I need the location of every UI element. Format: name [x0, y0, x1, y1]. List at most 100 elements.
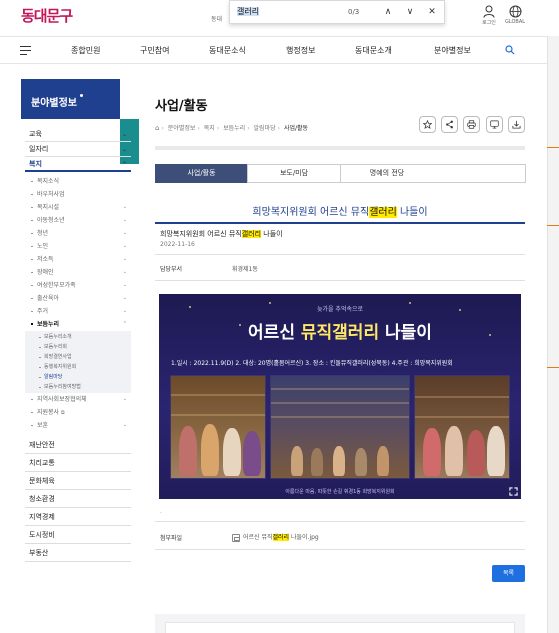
- attachment-name: 어르신 뮤직: [243, 534, 273, 541]
- lnb-group-traffic[interactable]: 치리교통: [25, 454, 131, 472]
- lnb-group-jobs[interactable]: 일자리 ⌄: [25, 142, 131, 157]
- lnb-bottom-groups: 재난안전 치리교통 문화체육 청소환경 지역경제 도시정비 부동산: [25, 436, 131, 562]
- dept-value: 휘경제1동: [232, 266, 258, 273]
- lnb-group-environment[interactable]: 청소환경: [25, 490, 131, 508]
- gnb-item-participation[interactable]: 구민참여: [140, 45, 169, 56]
- global-button[interactable]: GLOBAL: [501, 5, 529, 25]
- lnb-sub-item[interactable]: 장애인 ⌄: [25, 266, 131, 279]
- bookmark-button[interactable]: [419, 116, 436, 133]
- find-result-marker: [547, 147, 559, 148]
- lnb-group-urban[interactable]: 도시정비: [25, 526, 131, 544]
- chevron-down-icon: ⌄: [121, 131, 127, 138]
- site-logo[interactable]: 동대문구: [21, 5, 73, 26]
- post-title-rule: [155, 222, 525, 224]
- search-icon[interactable]: [505, 45, 515, 55]
- home-icon[interactable]: ⌂: [155, 124, 159, 132]
- attachment-file-link[interactable]: 어르신 뮤직갤러리 나들이.jpg: [232, 532, 319, 542]
- expand-icon[interactable]: [509, 487, 518, 496]
- lnb-group-economy[interactable]: 지역경제: [25, 508, 131, 526]
- poster-title-text: 나들이: [379, 323, 432, 343]
- lnb-sub-label: 여성한부모가족: [37, 282, 76, 289]
- lnb-title-text: 분야별정보: [31, 98, 77, 109]
- lnb-group-label: 일자리: [29, 145, 49, 153]
- lnb-sub-item[interactable]: 복지소식: [25, 175, 131, 188]
- lnb-sub-item[interactable]: 지역사회보장협의체 ⌄: [25, 393, 131, 406]
- lnb-third-item[interactable]: 희망결연사업: [25, 352, 131, 362]
- page-title: 사업/활동: [155, 99, 208, 114]
- lnb-third-item[interactable]: 동행복지위원회: [25, 362, 131, 372]
- lnb-group-education[interactable]: 교육 ⌄: [25, 127, 131, 142]
- share-button[interactable]: [441, 116, 458, 133]
- lnb-sub-item[interactable]: 출산육아 ⌄: [25, 292, 131, 305]
- find-match-count: 0/3: [348, 8, 360, 16]
- breadcrumb-item[interactable]: 알림마당: [254, 125, 276, 132]
- print-button[interactable]: [463, 116, 480, 133]
- breadcrumb-item[interactable]: 복지: [204, 125, 215, 132]
- monitor-icon: [490, 120, 499, 129]
- body-text: .: [160, 508, 162, 515]
- lnb-sub-item[interactable]: 노인 ⌄: [25, 240, 131, 253]
- lnb-sub-item[interactable]: 청년 ⌄: [25, 227, 131, 240]
- find-next-button[interactable]: ∨: [402, 4, 418, 20]
- find-result-marker: [547, 225, 559, 226]
- photo-hall: [270, 375, 410, 479]
- breadcrumb-item[interactable]: 보듬누리: [223, 125, 245, 132]
- attachment-label: 첨부파일: [160, 535, 183, 542]
- poster-info: 1.일시 : 2022.11.9(D) 2. 대상: 20명(홀몸어르신) 3.…: [171, 360, 453, 367]
- chevron-down-icon: ⌄: [122, 204, 127, 210]
- tab-hall-of-fame[interactable]: 명예의 전당: [340, 164, 434, 183]
- vertical-scrollbar[interactable]: [547, 36, 559, 633]
- gnb-item-admin-info[interactable]: 행정정보: [286, 45, 315, 56]
- lnb-sub-item[interactable]: 보훈 ⌄: [25, 419, 131, 432]
- find-result-marker: [547, 367, 559, 368]
- screen-button[interactable]: [486, 116, 503, 133]
- find-highlight: 갤러리: [241, 230, 262, 238]
- tab-activities[interactable]: 사업/활동: [155, 164, 248, 183]
- lnb-sub-item[interactable]: 복지시설 ⌄: [25, 201, 131, 214]
- gnb-item-about[interactable]: 동대문소개: [355, 45, 392, 56]
- lnb-sub-item[interactable]: 아동청소년 ⌄: [25, 214, 131, 227]
- lnb-sub-label: 보듬누리: [37, 321, 60, 328]
- side-navigation: 교육 ⌄ 일자리 ⌄ 복지 ⌃ 복지소식 바우처사업 복지시설 ⌄ 아동청소년 ⌄ 청년 ⌄…: [25, 127, 131, 562]
- chevron-up-icon: ⌃: [122, 321, 127, 327]
- lnb-sub-label: 장애인: [37, 269, 54, 276]
- lnb-sub-label: 저소득: [37, 256, 54, 263]
- lnb-sub-item-active[interactable]: 보듬누리 ⌃: [25, 318, 131, 331]
- breadcrumb-item[interactable]: 분야별정보: [168, 125, 196, 132]
- lnb-third-item[interactable]: 보듬누리소개: [25, 332, 131, 342]
- hamburger-menu-icon[interactable]: [20, 46, 31, 55]
- scrap-button[interactable]: [508, 116, 525, 133]
- login-button[interactable]: 로그인: [475, 5, 503, 26]
- gnb-item-field-info[interactable]: 분야별정보: [434, 45, 471, 56]
- title-dot-icon: [80, 94, 83, 97]
- lnb-sub-item[interactable]: 바우처사업: [25, 188, 131, 201]
- chevron-down-icon: ⌄: [122, 243, 127, 249]
- tab-press[interactable]: 보도/미담: [247, 164, 341, 183]
- globe-icon: [509, 5, 521, 18]
- lnb-sub-item[interactable]: 여성한부모가족 ⌄: [25, 279, 131, 292]
- divider: [155, 549, 525, 550]
- find-close-button[interactable]: ✕: [424, 4, 440, 20]
- lnb-third-item-active[interactable]: 알림마당: [25, 372, 131, 382]
- lnb-sub-label: 지원봉사: [37, 409, 60, 416]
- find-input[interactable]: 갤러리: [234, 5, 349, 19]
- lnb-sub-item[interactable]: 주거 ⌄: [25, 305, 131, 318]
- lnb-sub-label: 지역사회보장협의체: [37, 396, 87, 403]
- lnb-group-culture[interactable]: 문화체육: [25, 472, 131, 490]
- lnb-sub-item[interactable]: 지원봉사 ⧉: [25, 406, 131, 419]
- external-link-icon: ⧉: [61, 410, 65, 416]
- lnb-third-item[interactable]: 보듬누리참여방법: [25, 382, 131, 392]
- lnb-group-disaster[interactable]: 재난안전: [25, 436, 131, 454]
- attachment-name: 나들이.jpg: [289, 534, 319, 541]
- tab-empty: [433, 164, 526, 183]
- top-header: 동대문구 동대 갤러리 0/3 ∧ ∨ ✕ 로그인 GLOBAL: [0, 0, 559, 36]
- gnb-item-civil-service[interactable]: 종합민원: [71, 45, 100, 56]
- find-previous-button[interactable]: ∧: [380, 4, 396, 20]
- lnb-sub-item[interactable]: 저소득 ⌄: [25, 253, 131, 266]
- photo-group: [414, 375, 510, 479]
- lnb-third-item[interactable]: 보듬누리회: [25, 342, 131, 352]
- gnb-item-news[interactable]: 동대문소식: [209, 45, 246, 56]
- list-button[interactable]: 목록: [492, 565, 525, 582]
- lnb-group-welfare[interactable]: 복지 ⌃: [25, 157, 131, 172]
- lnb-group-real-estate[interactable]: 부동산: [25, 544, 131, 562]
